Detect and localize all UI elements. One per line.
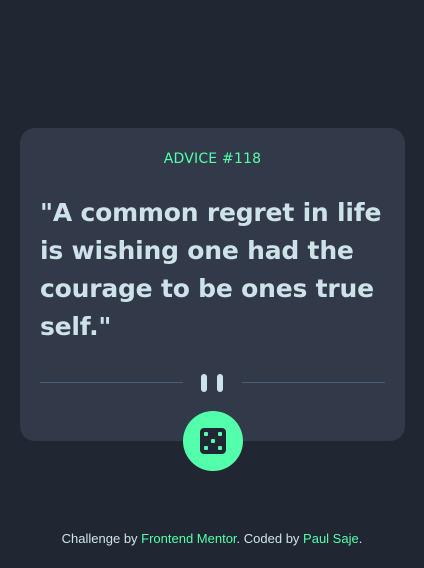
dice-pip: [218, 446, 222, 450]
advice-id: ADVICE #118: [163, 151, 262, 167]
dice-icon: [200, 428, 226, 454]
advice-card: ADVICE #118 "A common regret in life is …: [20, 128, 405, 441]
dice-pip: [204, 432, 208, 436]
divider-line-left: [40, 382, 183, 383]
dice-pip: [218, 432, 222, 436]
pause-bar-left: [201, 374, 207, 392]
pause-icon: [201, 374, 225, 392]
divider-line-right: [242, 382, 385, 383]
author-link[interactable]: Paul Saje: [303, 531, 359, 546]
dice-pip: [211, 439, 215, 443]
dice-pip: [204, 446, 208, 450]
attribution: Challenge by Frontend Mentor. Coded by P…: [0, 531, 424, 546]
generate-advice-button[interactable]: [183, 411, 243, 471]
attribution-middle: . Coded by: [236, 531, 304, 546]
attribution-prefix: Challenge by: [61, 531, 142, 546]
page: ADVICE #118 "A common regret in life is …: [0, 0, 424, 568]
advice-quote: "A common regret in life is wishing one …: [40, 198, 382, 341]
pause-bar-right: [217, 374, 223, 392]
attribution-suffix: .: [358, 531, 363, 546]
frontend-mentor-link[interactable]: Frontend Mentor: [141, 531, 236, 546]
pattern-divider: [40, 372, 385, 394]
